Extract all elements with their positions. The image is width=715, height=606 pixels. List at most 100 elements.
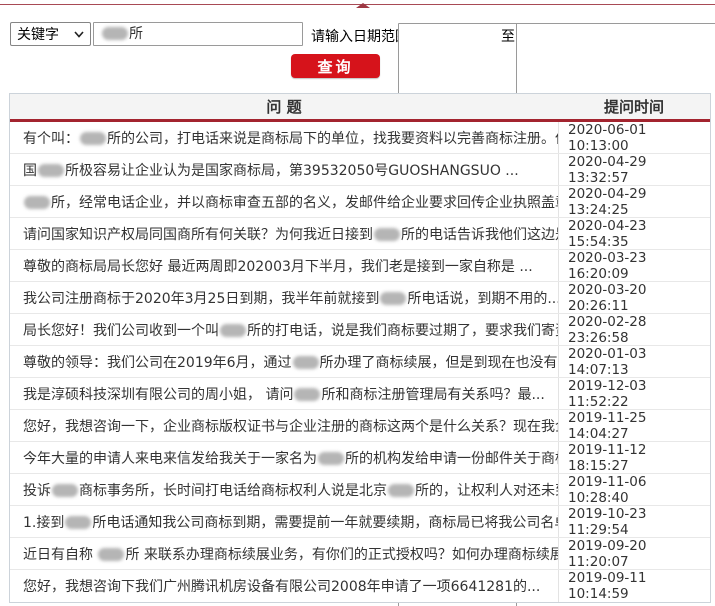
question-text[interactable]: 我是淳硕科技深圳有限公司的周小姐， 请问 所和商标注册管理局有关系吗？最... bbox=[23, 384, 545, 404]
question-time-cell: 2019-11-25 14:04:27 bbox=[558, 409, 710, 442]
table-row[interactable]: 局长您好！我们公司收到一个叫所的打电话，说是我们商标要过期了，要求我们寄资料..… bbox=[10, 314, 710, 346]
censored-text bbox=[52, 483, 78, 497]
censored-text bbox=[374, 227, 400, 241]
question-time-cell: 2019-09-11 10:14:59 bbox=[558, 570, 710, 602]
censored-text bbox=[318, 451, 344, 465]
question-text[interactable]: 局长您好！我们公司收到一个叫所的打电话，说是我们商标要过期了，要求我们寄资料..… bbox=[23, 320, 558, 340]
date-range-label: 请输入日期范围 bbox=[311, 29, 409, 45]
question-text-cell[interactable]: 国所极容易让企业认为是国家商标局，第39532050号GUOSHANGSUO .… bbox=[10, 154, 558, 185]
question-time: 2019-11-25 14:04:27 bbox=[568, 409, 647, 442]
table-row[interactable]: 尊敬的商标局局长您好 最近两周即202003月下半月，我们老是接到一家自称是 .… bbox=[10, 250, 710, 282]
question-text[interactable]: 今年大量的申请人来电来信发给我关于一家名为所的机构发给申请一份邮件关于商标续..… bbox=[23, 448, 558, 468]
censored-text bbox=[80, 131, 106, 145]
question-text[interactable]: 所，经常电话企业，并以商标审查五部的名义，发邮件给企业要求回传企业执照盖章扫..… bbox=[23, 192, 558, 212]
censored-text bbox=[65, 515, 92, 529]
question-time: 2019-12-03 11:52:22 bbox=[568, 377, 647, 410]
table-row[interactable]: 我公司注册商标于2020年3月25日到期，我半年前就接到 所电话说，到期不用的..… bbox=[10, 282, 710, 314]
question-text[interactable]: 我公司注册商标于2020年3月25日到期，我半年前就接到 所电话说，到期不用的..… bbox=[23, 288, 558, 308]
date-to-label: 至 bbox=[501, 29, 515, 45]
question-text-cell[interactable]: 投诉商标事务所，长时间打电话给商标权利人说是北京所的，让权利人对还未到续... bbox=[10, 474, 558, 505]
question-text[interactable]: 投诉商标事务所，长时间打电话给商标权利人说是北京所的，让权利人对还未到续... bbox=[23, 480, 558, 500]
censored-text bbox=[294, 387, 321, 401]
question-time-cell: 2020-04-29 13:24:25 bbox=[558, 185, 710, 218]
question-text[interactable]: 近日有自称 所 来联系办理商标续展业务，有你们的正式授权吗？如何办理商标续展..… bbox=[23, 544, 558, 564]
table-row[interactable]: 1.接到 所电话通知我公司商标到期，需要提前一年就要续期，商标局已将我公司名单..… bbox=[10, 506, 710, 538]
table-row[interactable]: 投诉商标事务所，长时间打电话给商标权利人说是北京所的，让权利人对还未到续... … bbox=[10, 474, 710, 506]
censored-text bbox=[24, 195, 50, 209]
table-row[interactable]: 您好，我想咨询一下，企业商标版权证书与企业注册的商标这两个是什么关系？现在我企业… bbox=[10, 410, 710, 442]
question-text-cell[interactable]: 有个叫： 所的公司，打电话来说是商标局下的单位，找我要资料以完善商标注册。但我..… bbox=[10, 122, 558, 153]
chevron-down-icon bbox=[74, 30, 84, 38]
question-time: 2020-03-20 20:26:11 bbox=[568, 281, 647, 314]
censored-text bbox=[380, 291, 407, 305]
question-text[interactable]: 请问国家知识产权局同国商所有何关联？为何我近日接到所的电话告诉我他们这边是知..… bbox=[23, 224, 558, 244]
page: 关键字 所 请输入日期范围 至 查询 问 题 提问时间 有个叫： 所的公司，打电话… bbox=[0, 0, 715, 606]
question-time-cell: 2019-10-23 11:29:54 bbox=[558, 505, 710, 538]
question-text-cell[interactable]: 近日有自称 所 来联系办理商标续展业务，有你们的正式授权吗？如何办理商标续展..… bbox=[10, 538, 558, 569]
query-button[interactable]: 查询 bbox=[291, 54, 380, 78]
keyword-select-value: 关键字 bbox=[17, 27, 59, 43]
question-text[interactable]: 尊敬的领导：我们公司在2019年6月，通过 所办理了商标续展，但是到现在也没有..… bbox=[23, 352, 558, 372]
question-text[interactable]: 国所极容易让企业认为是国家商标局，第39532050号GUOSHANGSUO .… bbox=[23, 160, 519, 180]
tab-pointer-icon bbox=[356, 3, 370, 8]
table-row[interactable]: 我是淳硕科技深圳有限公司的周小姐， 请问 所和商标注册管理局有关系吗？最... 2… bbox=[10, 378, 710, 410]
question-text-cell[interactable]: 1.接到 所电话通知我公司商标到期，需要提前一年就要续期，商标局已将我公司名单..… bbox=[10, 506, 558, 537]
question-time-cell: 2019-09-20 11:20:07 bbox=[558, 537, 710, 570]
keyword-select[interactable]: 关键字 bbox=[10, 22, 91, 46]
table-header-row: 问 题 提问时间 bbox=[10, 94, 710, 122]
censored-text bbox=[98, 547, 125, 561]
question-time: 2020-01-03 14:07:13 bbox=[568, 345, 647, 378]
search-input[interactable] bbox=[93, 22, 303, 46]
question-time-cell: 2019-11-06 10:28:40 bbox=[558, 473, 710, 506]
question-text-cell[interactable]: 我是淳硕科技深圳有限公司的周小姐， 请问 所和商标注册管理局有关系吗？最... bbox=[10, 378, 558, 409]
table-row[interactable]: 有个叫： 所的公司，打电话来说是商标局下的单位，找我要资料以完善商标注册。但我..… bbox=[10, 122, 710, 154]
table-row[interactable]: 您好，我想咨询下我们广州腾讯机房设备有限公司2008年申请了一项6641281的… bbox=[10, 570, 710, 602]
question-text-cell[interactable]: 您好，我想咨询一下，企业商标版权证书与企业注册的商标这两个是什么关系？现在我企业… bbox=[10, 410, 558, 441]
question-time: 2020-04-23 15:54:35 bbox=[568, 217, 647, 250]
question-time: 2019-11-12 18:15:27 bbox=[568, 441, 647, 474]
censored-text bbox=[38, 163, 64, 177]
question-time-cell: 2020-06-01 10:13:00 bbox=[558, 121, 710, 154]
question-text-cell[interactable]: 我公司注册商标于2020年3月25日到期，我半年前就接到 所电话说，到期不用的..… bbox=[10, 282, 558, 313]
question-text-cell[interactable]: 尊敬的商标局局长您好 最近两周即202003月下半月，我们老是接到一家自称是 .… bbox=[10, 250, 558, 281]
question-time-cell: 2020-04-29 13:32:57 bbox=[558, 153, 710, 186]
question-time-cell: 2020-02-28 23:26:58 bbox=[558, 313, 710, 346]
question-time-cell: 2019-11-12 18:15:27 bbox=[558, 441, 710, 474]
question-time-cell: 2019-12-03 11:52:22 bbox=[558, 377, 710, 410]
question-time: 2020-04-29 13:32:57 bbox=[568, 153, 647, 186]
question-text-cell[interactable]: 所，经常电话企业，并以商标审查五部的名义，发邮件给企业要求回传企业执照盖章扫..… bbox=[10, 186, 558, 217]
question-time: 2020-03-23 16:20:09 bbox=[568, 249, 647, 282]
censored-text bbox=[220, 323, 246, 337]
time-column-header: 提问时间 bbox=[603, 98, 664, 116]
question-time: 2020-04-29 13:24:25 bbox=[568, 185, 647, 218]
question-text-cell[interactable]: 尊敬的领导：我们公司在2019年6月，通过 所办理了商标续展，但是到现在也没有..… bbox=[10, 346, 558, 377]
question-time-cell: 2020-03-20 20:26:11 bbox=[558, 281, 710, 314]
question-text-cell[interactable]: 您好，我想咨询下我们广州腾讯机房设备有限公司2008年申请了一项6641281的… bbox=[10, 570, 558, 602]
censored-text bbox=[292, 355, 319, 369]
table-row[interactable]: 尊敬的领导：我们公司在2019年6月，通过 所办理了商标续展，但是到现在也没有..… bbox=[10, 346, 710, 378]
question-time-cell: 2020-03-23 16:20:09 bbox=[558, 249, 710, 282]
question-table-body: 有个叫： 所的公司，打电话来说是商标局下的单位，找我要资料以完善商标注册。但我..… bbox=[10, 122, 710, 602]
question-text[interactable]: 有个叫： 所的公司，打电话来说是商标局下的单位，找我要资料以完善商标注册。但我..… bbox=[23, 128, 558, 148]
question-time: 2019-11-06 10:28:40 bbox=[568, 473, 647, 506]
question-time: 2019-09-11 10:14:59 bbox=[568, 570, 647, 602]
table-row[interactable]: 近日有自称 所 来联系办理商标续展业务，有你们的正式授权吗？如何办理商标续展..… bbox=[10, 538, 710, 570]
table-row[interactable]: 请问国家知识产权局同国商所有何关联？为何我近日接到所的电话告诉我他们这边是知..… bbox=[10, 218, 710, 250]
top-divider-line bbox=[0, 3, 715, 8]
question-text-cell[interactable]: 局长您好！我们公司收到一个叫所的打电话，说是我们商标要过期了，要求我们寄资料..… bbox=[10, 314, 558, 345]
table-row[interactable]: 国所极容易让企业认为是国家商标局，第39532050号GUOSHANGSUO .… bbox=[10, 154, 710, 186]
censored-text bbox=[388, 483, 414, 497]
question-text[interactable]: 您好，我想咨询下我们广州腾讯机房设备有限公司2008年申请了一项6641281的… bbox=[23, 576, 540, 596]
question-text-cell[interactable]: 请问国家知识产权局同国商所有何关联？为何我近日接到所的电话告诉我他们这边是知..… bbox=[10, 218, 558, 249]
question-text[interactable]: 尊敬的商标局局长您好 最近两周即202003月下半月，我们老是接到一家自称是 .… bbox=[23, 256, 533, 276]
question-table: 问 题 提问时间 有个叫： 所的公司，打电话来说是商标局下的单位，找我要资料以完善… bbox=[9, 93, 711, 603]
question-time: 2019-09-20 11:20:07 bbox=[568, 537, 647, 570]
question-time: 2020-06-01 10:13:00 bbox=[568, 121, 647, 154]
table-row[interactable]: 所，经常电话企业，并以商标审查五部的名义，发邮件给企业要求回传企业执照盖章扫..… bbox=[10, 186, 710, 218]
question-time: 2019-10-23 11:29:54 bbox=[568, 505, 647, 538]
question-text[interactable]: 1.接到 所电话通知我公司商标到期，需要提前一年就要续期，商标局已将我公司名单..… bbox=[23, 512, 558, 532]
question-time: 2020-02-28 23:26:58 bbox=[568, 313, 647, 346]
question-text-cell[interactable]: 今年大量的申请人来电来信发给我关于一家名为所的机构发给申请一份邮件关于商标续..… bbox=[10, 442, 558, 473]
question-text[interactable]: 您好，我想咨询一下，企业商标版权证书与企业注册的商标这两个是什么关系？现在我企业… bbox=[23, 416, 558, 436]
table-row[interactable]: 今年大量的申请人来电来信发给我关于一家名为所的机构发给申请一份邮件关于商标续..… bbox=[10, 442, 710, 474]
